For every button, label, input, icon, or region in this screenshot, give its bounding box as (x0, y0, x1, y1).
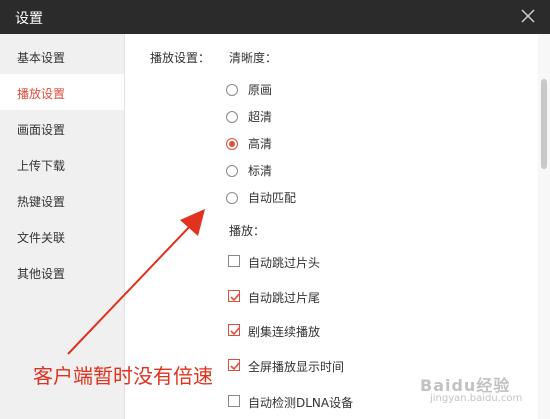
annotation-text: 客户端暂时没有倍速 (33, 364, 213, 388)
watermark-url: jingyan.baidu.com (430, 393, 523, 404)
annotation-arrow-icon (67, 209, 205, 355)
